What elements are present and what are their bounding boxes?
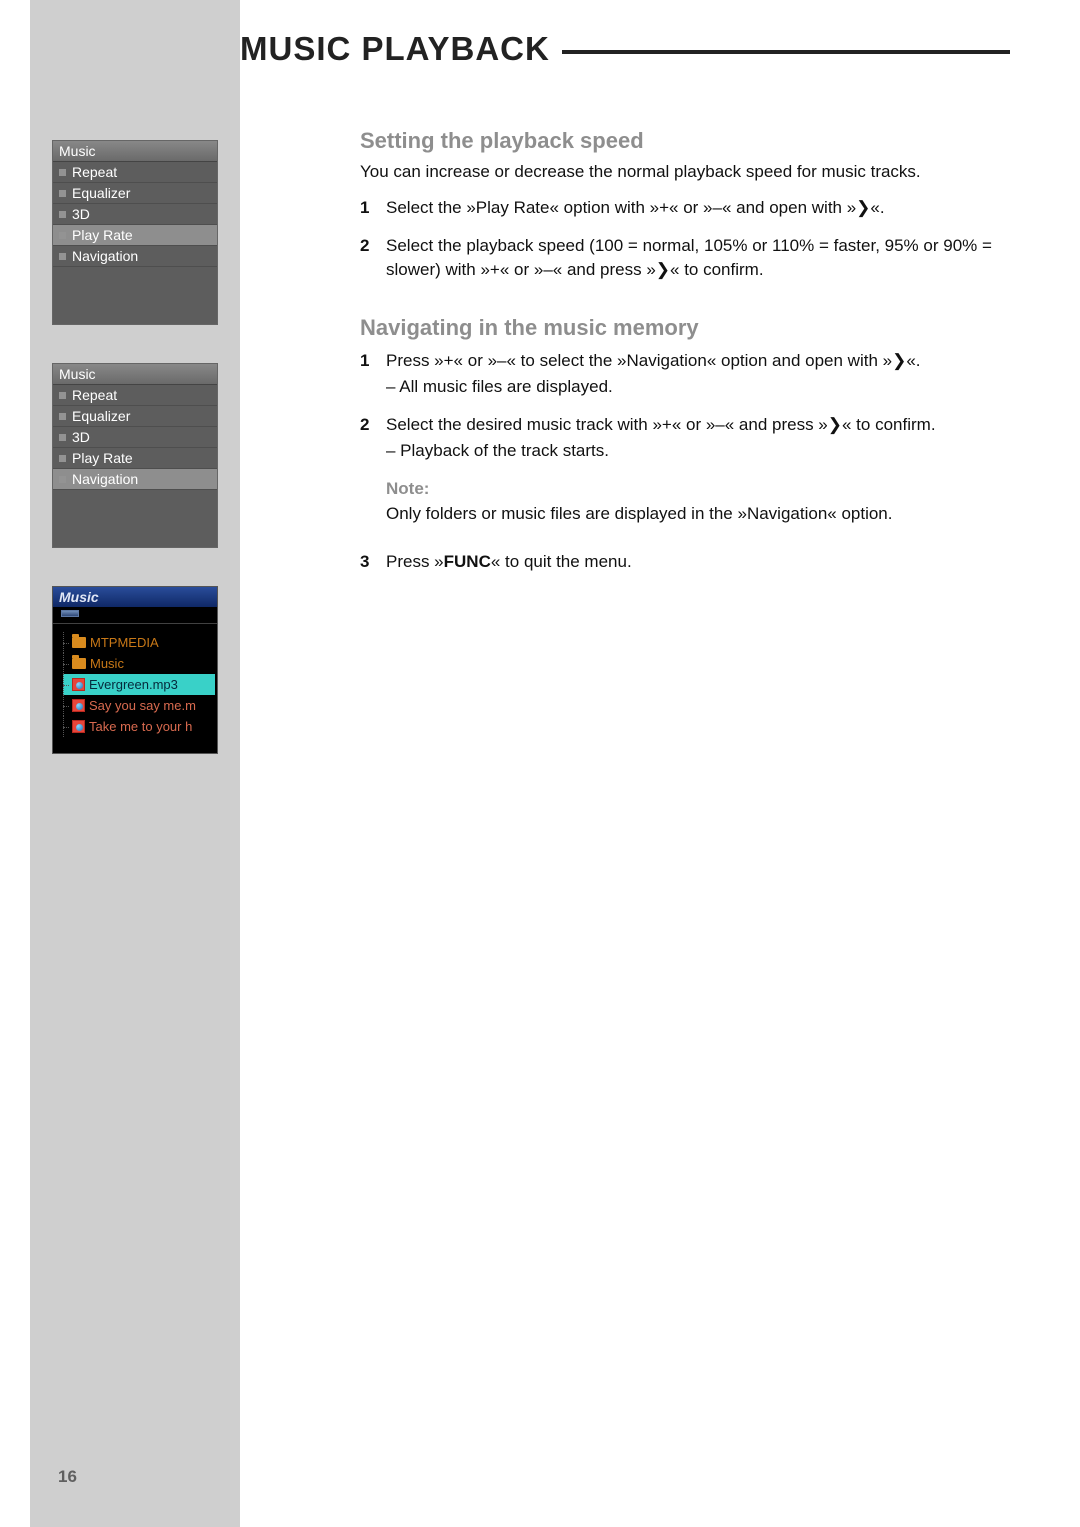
page-title-row: MUSIC PLAYBACK: [240, 30, 1010, 68]
manual-page: Music Repeat Equalizer 3D Play Rate Navigati…: [0, 0, 1080, 1527]
note-label: Note:: [386, 477, 1010, 501]
step-item: 1 Select the »Play Rate« option with »+«…: [360, 196, 1010, 220]
bullet-icon: [59, 413, 66, 420]
step-number: 2: [360, 413, 376, 463]
menu-item-label: Repeat: [72, 387, 117, 403]
bullet-icon: [59, 169, 66, 176]
device-row-label: Evergreen.mp3: [89, 677, 178, 692]
device-toolbar: [53, 610, 217, 624]
device-file-row: Take me to your h: [63, 716, 215, 737]
menu-item-label: Repeat: [72, 164, 117, 180]
menu-item: Repeat: [53, 385, 217, 406]
folder-icon: [72, 637, 86, 648]
device-folder-row: MTPMEDIA: [63, 632, 215, 653]
bullet-icon: [59, 434, 66, 441]
device-screenshot: Music MTPMEDIA Music Evergreen.mp3 Say you …: [52, 586, 218, 754]
menu-item-label: Equalizer: [72, 408, 130, 424]
music-file-icon: [72, 678, 85, 691]
step-item: 2 Select the desired music track with »+…: [360, 413, 1010, 463]
step-item: 3 Press »FUNC« to quit the menu.: [360, 550, 1010, 574]
bullet-icon: [59, 455, 66, 462]
content-area: MUSIC PLAYBACK Setting the playback spee…: [240, 0, 1080, 1527]
menu-item: Navigation: [53, 469, 217, 490]
device-file-row: Say you say me.m: [63, 695, 215, 716]
page-title: MUSIC PLAYBACK: [240, 30, 550, 68]
music-file-icon: [72, 720, 85, 733]
section-intro: You can increase or decrease the normal …: [360, 162, 1010, 182]
menu-item: Equalizer: [53, 406, 217, 427]
step-text: Press »+« or »–« to select the »Navigati…: [386, 349, 1010, 399]
menu-item: Play Rate: [53, 225, 217, 246]
bullet-icon: [59, 190, 66, 197]
menu-panel-navigation: Music Repeat Equalizer 3D Play Rate Navigati…: [52, 363, 218, 548]
menu-item: Equalizer: [53, 183, 217, 204]
menu-item: Repeat: [53, 162, 217, 183]
page-number: 16: [58, 1467, 77, 1487]
step-text: Select the »Play Rate« option with »+« o…: [386, 196, 1010, 220]
device-file-row: Evergreen.mp3: [63, 674, 215, 695]
bullet-icon: [59, 211, 66, 218]
step-text: Select the playback speed (100 = normal,…: [386, 234, 1010, 282]
menu-item-label: 3D: [72, 206, 90, 222]
device-title: Music: [53, 587, 217, 607]
device-row-label: Take me to your h: [89, 719, 192, 734]
step-number: 2: [360, 234, 376, 282]
func-key: FUNC: [444, 552, 491, 571]
menu-item: 3D: [53, 204, 217, 225]
device-row-label: Music: [90, 656, 124, 671]
step-number: 1: [360, 196, 376, 220]
bullet-icon: [59, 476, 66, 483]
sidebar: Music Repeat Equalizer 3D Play Rate Navigati…: [30, 0, 240, 1527]
menu-header: Music: [53, 141, 217, 162]
note-body: Only folders or music files are displaye…: [386, 502, 1010, 526]
menu-item-label: Navigation: [72, 248, 138, 264]
step-sub: – Playback of the track starts.: [386, 439, 1010, 463]
left-margin: [0, 0, 30, 1527]
device-row-label: Say you say me.m: [89, 698, 196, 713]
step-text: Press »FUNC« to quit the menu.: [386, 550, 1010, 574]
folder-icon: [72, 658, 86, 669]
menu-panel-playrate: Music Repeat Equalizer 3D Play Rate Navigati…: [52, 140, 218, 325]
section-playback-speed: Setting the playback speed You can incre…: [360, 128, 1010, 281]
device-folder-row: Music: [63, 653, 215, 674]
bullet-icon: [59, 232, 66, 239]
bullet-icon: [59, 392, 66, 399]
step-sub: – All music files are displayed.: [386, 375, 1010, 399]
device-file-list: MTPMEDIA Music Evergreen.mp3 Say you say me…: [53, 624, 217, 753]
step-text: Select the desired music track with »+« …: [386, 413, 1010, 463]
menu-item-label: 3D: [72, 429, 90, 445]
menu-item-label: Play Rate: [72, 450, 133, 466]
step-number: 3: [360, 550, 376, 574]
step-item: 2 Select the playback speed (100 = norma…: [360, 234, 1010, 282]
device-row-label: MTPMEDIA: [90, 635, 159, 650]
step-number: 1: [360, 349, 376, 399]
menu-item: 3D: [53, 427, 217, 448]
menu-item-label: Navigation: [72, 471, 138, 487]
section-heading: Navigating in the music memory: [360, 315, 1010, 341]
menu-item: Navigation: [53, 246, 217, 267]
bullet-icon: [59, 253, 66, 260]
step-item: 1 Press »+« or »–« to select the »Naviga…: [360, 349, 1010, 399]
section-heading: Setting the playback speed: [360, 128, 1010, 154]
step-main: Press »+« or »–« to select the »Navigati…: [386, 351, 921, 370]
title-rule: [562, 50, 1010, 54]
menu-item-label: Equalizer: [72, 185, 130, 201]
menu-item-label: Play Rate: [72, 227, 133, 243]
note-block: Note: Only folders or music files are di…: [360, 477, 1010, 537]
section-navigating: Navigating in the music memory 1 Press »…: [360, 315, 1010, 574]
music-file-icon: [72, 699, 85, 712]
step-main: Select the desired music track with »+« …: [386, 415, 936, 434]
menu-header: Music: [53, 364, 217, 385]
menu-item: Play Rate: [53, 448, 217, 469]
